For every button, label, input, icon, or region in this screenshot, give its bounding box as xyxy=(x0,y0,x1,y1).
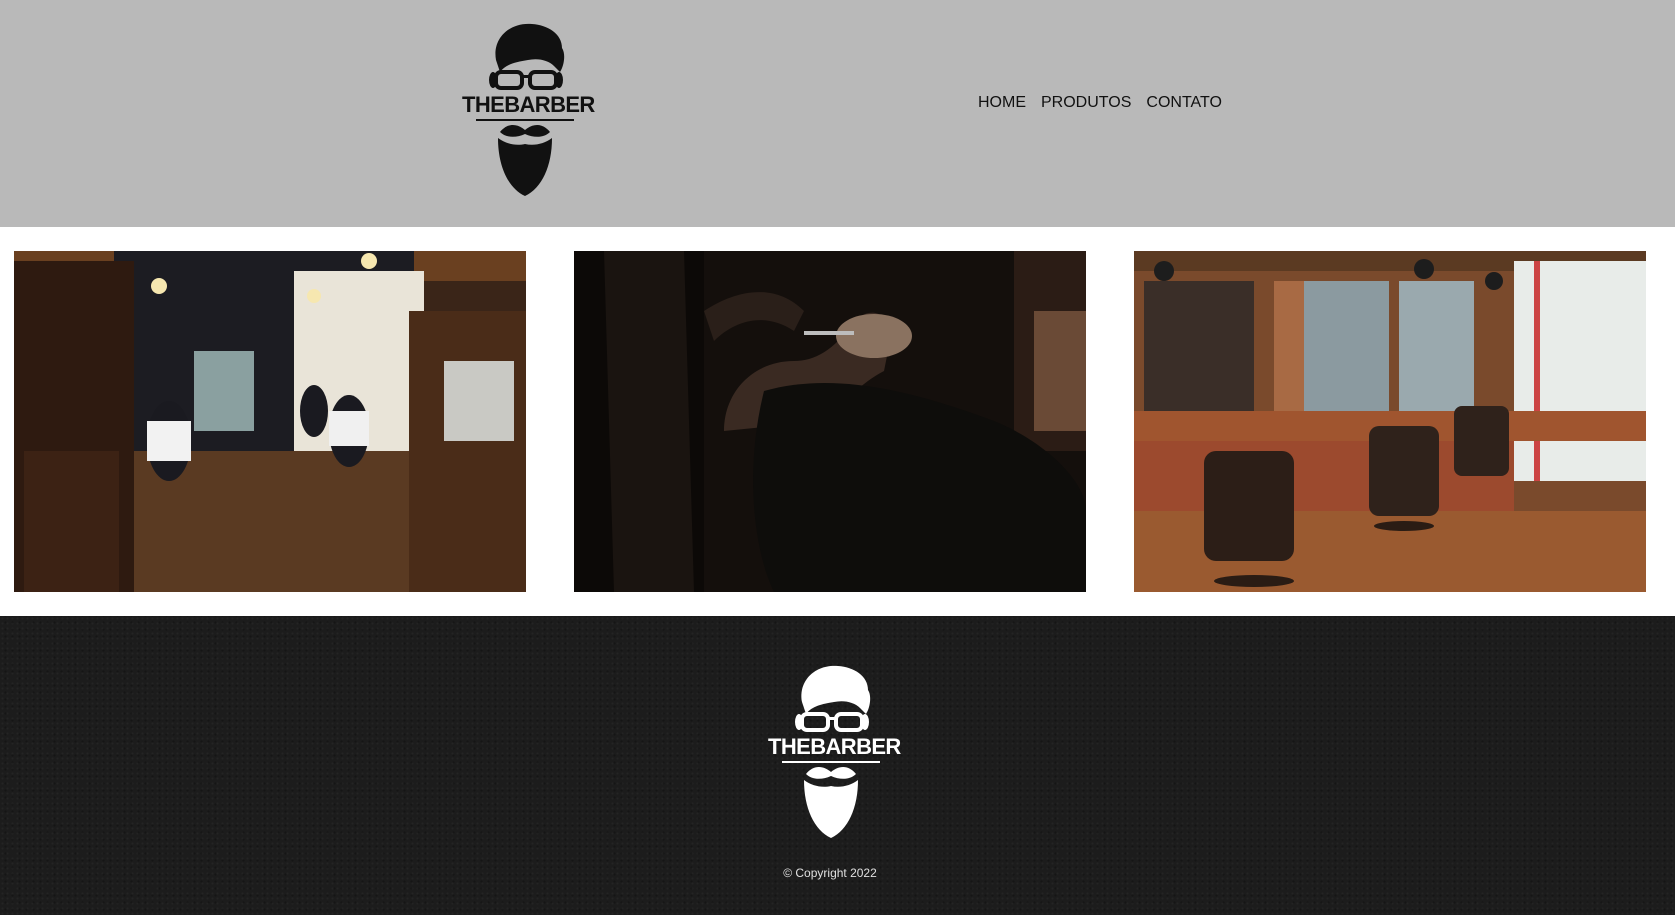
gallery-photo-leather-chairs xyxy=(1134,251,1646,592)
logo-wordmark: THEBARBER xyxy=(768,734,901,759)
site-header: THEBARBER HOME PRODUTOS CONTATO xyxy=(0,0,1675,227)
nav-contato[interactable]: CONTATO xyxy=(1146,94,1222,112)
gallery-photo-beard-trim xyxy=(574,251,1086,592)
barbershop-interior-image xyxy=(14,251,526,592)
barbershop-leather-chairs-image xyxy=(1134,251,1646,592)
main-nav: HOME PRODUTOS CONTATO xyxy=(978,94,1222,112)
nav-home[interactable]: HOME xyxy=(978,94,1026,112)
gallery-photo-interior xyxy=(14,251,526,592)
copyright-text: © Copyright 2022 xyxy=(783,866,877,880)
logo-wordmark: THEBARBER xyxy=(462,92,595,117)
nav-produtos[interactable]: PRODUTOS xyxy=(1041,94,1131,112)
footer-logo[interactable]: THEBARBER xyxy=(768,662,901,842)
site-footer: THEBARBER © Copyright 2022 xyxy=(0,616,1675,915)
beard-trim-image xyxy=(574,251,1086,592)
header-logo[interactable]: THEBARBER xyxy=(462,20,595,200)
